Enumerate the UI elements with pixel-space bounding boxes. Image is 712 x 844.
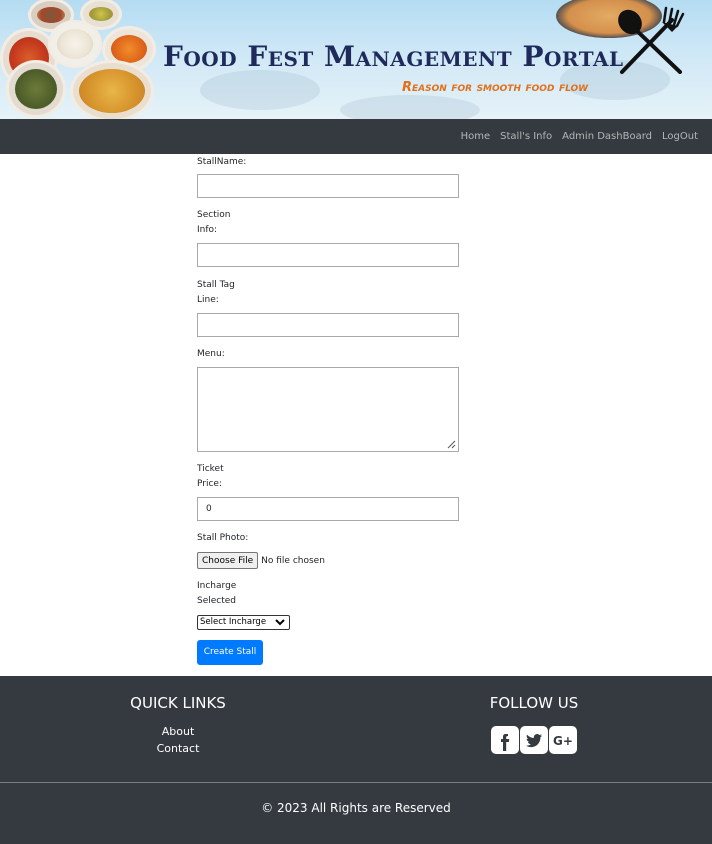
menu-textarea[interactable] xyxy=(197,367,459,452)
stall-tag-line-label: Stall Tag Line: xyxy=(197,280,235,305)
section-info-input[interactable] xyxy=(197,243,459,267)
menu-label: Menu: xyxy=(197,349,225,359)
copyright-text: © 2023 All Rights are Reserved xyxy=(261,801,451,815)
top-navbar: Home Stall's Info Admin DashBoard LogOut xyxy=(0,119,712,154)
ticket-price-input[interactable]: 0 xyxy=(197,497,459,521)
incharge-selected-label: Incharge Selected xyxy=(197,581,237,606)
quick-links-title: QUICK LINKS xyxy=(130,694,226,712)
footer: QUICK LINKS About Contact FOLLOW US G+ ©… xyxy=(0,676,712,844)
nav-admin-dashboard-link[interactable]: Admin DashBoard xyxy=(562,131,652,142)
follow-us-title: FOLLOW US xyxy=(489,694,579,712)
section-info-label: Section Info: xyxy=(197,210,231,235)
portal-title: Food Fest Management Portal xyxy=(163,40,624,73)
header-banner: Food Fest Management Portal Reason for s… xyxy=(0,0,712,119)
facebook-icon[interactable] xyxy=(491,726,519,754)
footer-contact-link[interactable]: Contact xyxy=(128,742,228,755)
stall-name-label: StallName: xyxy=(197,157,247,167)
stall-name-input[interactable] xyxy=(197,174,459,198)
footer-divider xyxy=(0,782,712,783)
ticket-price-label: Ticket Price: xyxy=(197,464,224,489)
twitter-icon[interactable] xyxy=(520,726,548,754)
incharge-select-value: Select Incharge xyxy=(200,617,267,627)
google-plus-icon[interactable]: G+ xyxy=(549,726,577,754)
portal-tagline: Reason for smooth food flow xyxy=(402,80,589,95)
incharge-select[interactable]: Select Incharge xyxy=(197,615,290,630)
nav-logout-link[interactable]: LogOut xyxy=(662,131,698,142)
create-stall-button[interactable]: Create Stall xyxy=(197,640,263,665)
footer-about-link[interactable]: About xyxy=(128,725,228,738)
nav-home-link[interactable]: Home xyxy=(461,131,491,142)
stall-photo-label: Stall Photo: xyxy=(197,533,249,543)
file-status-text: No file chosen xyxy=(261,555,325,566)
choose-file-button[interactable]: Choose File xyxy=(197,552,259,569)
chevron-down-icon xyxy=(275,619,285,626)
resize-grip-icon[interactable] xyxy=(447,440,456,449)
cutlery-icon xyxy=(618,6,685,74)
stall-tag-line-input[interactable] xyxy=(197,313,459,337)
nav-stalls-info-link[interactable]: Stall's Info xyxy=(500,131,552,142)
svg-text:G+: G+ xyxy=(553,734,573,748)
stall-photo-file-input: Choose File No file chosen xyxy=(197,552,325,569)
